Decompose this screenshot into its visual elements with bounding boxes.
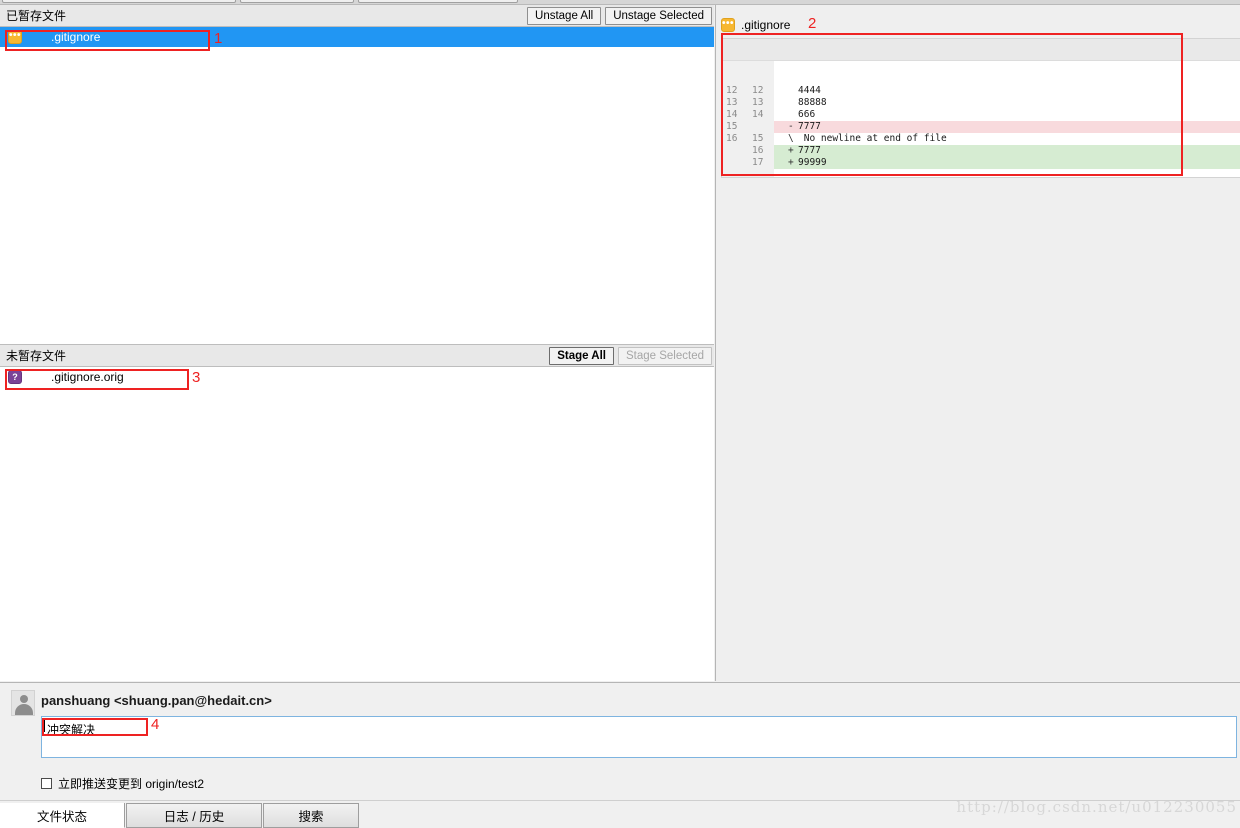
unstage-all-button[interactable]: Unstage All [527,7,602,25]
tab-search[interactable]: 搜索 [263,803,359,828]
toolbar-button-3[interactable] [358,0,518,3]
diff-new-line-number: 15 [748,133,774,145]
avatar-body [15,704,33,715]
unstaged-file-row[interactable]: ? .gitignore.orig [0,367,714,387]
diff-old-line-number: 13 [722,97,748,109]
diff-file-name: .gitignore [741,18,791,32]
diff-row[interactable]: 12 12 4444 [722,85,1240,97]
diff-new-line-number: 13 [748,97,774,109]
staged-file-list[interactable]: ••• .gitignore [0,27,714,345]
diff-new-line-number [748,121,774,133]
diff-new-line-number: 12 [748,85,774,97]
untracked-file-icon-glyph: ? [12,371,18,382]
staged-panel-actions: Unstage All Unstage Selected [527,7,712,25]
git-client-window: 已暂存文件 Unstage All Unstage Selected ••• .… [0,0,1240,828]
diff-code-text: 666 [798,109,816,120]
tab-log-history[interactable]: 日志 / 历史 [126,803,262,828]
unstaged-file-name: .gitignore.orig [51,370,124,384]
toolbar-button-2[interactable] [240,0,354,3]
diff-row[interactable]: 15 -7777 [722,121,1240,133]
toolbar-button-1[interactable] [2,0,236,3]
staged-panel-header: 已暂存文件 Unstage All Unstage Selected [0,5,714,27]
diff-new-line-number: 16 [748,145,774,157]
avatar-head [20,695,28,703]
diff-row[interactable]: 16 15 \ No newline at end of file [722,133,1240,145]
push-changes-checkbox[interactable] [41,778,52,789]
commit-author: panshuang <shuang.pan@hedait.cn> [41,693,272,708]
diff-code-text: 7777 [798,145,821,156]
untracked-file-icon: ? [8,370,22,384]
diff-code-text: 7777 [798,121,821,132]
diff-row[interactable]: 14 14 666 [722,109,1240,121]
diff-change-marker: + [788,145,794,156]
diff-code-text: 99999 [798,157,827,168]
commit-message-value: 冲突解决 [47,723,96,737]
staged-panel-title: 已暂存文件 [6,8,67,23]
diff-viewer[interactable]: 12 12 4444 13 13 88888 14 14 666 15-7777 16 15 \ No … [721,38,1240,178]
diff-code-text: 88888 [798,97,827,108]
unstaged-panel-title: 未暂存文件 [6,348,67,363]
tab-file-status[interactable]: 文件状态 [0,803,125,828]
diff-old-line-number: 12 [722,85,748,97]
modified-file-icon: ••• [8,30,22,44]
annotation-number-2: 2 [808,15,817,32]
diff-old-line-number: 16 [722,133,748,145]
diff-old-line-number: 14 [722,109,748,121]
watermark: http://blog.csdn.net/u012230055 [956,798,1237,816]
diff-old-line-number [722,145,748,157]
diff-toolstrip [722,39,1240,61]
unstaged-panel-actions: Stage All Stage Selected [549,347,712,365]
diff-old-line-number [722,157,748,169]
diff-row[interactable]: 16 +7777 [722,145,1240,157]
diff-row-spacer [722,169,1240,177]
annotation-number-1: 1 [214,30,223,47]
unstaged-panel-header: 未暂存文件 Stage All Stage Selected [0,345,714,367]
diff-change-marker: \ [788,133,794,144]
avatar [11,690,35,716]
diff-new-line-number: 14 [748,109,774,121]
diff-file-header: ••• .gitignore [721,14,790,36]
staged-file-name: .gitignore [51,30,101,44]
diff-row[interactable]: 13 13 88888 [722,97,1240,109]
push-changes-row[interactable]: 立即推送变更到 origin/test2 [41,775,204,792]
diff-new-line-number: 17 [748,157,774,169]
push-changes-label: 立即推送变更到 origin/test2 [58,777,205,791]
diff-pane: ••• .gitignore 12 12 4444 13 13 88888 14 14 666 1… [715,5,1240,681]
stage-selected-button[interactable]: Stage Selected [617,347,712,365]
staged-file-row[interactable]: ••• .gitignore [0,27,714,47]
annotation-number-3: 3 [192,369,201,386]
diff-file-icon-glyph: ••• [722,18,735,29]
diff-row-spacer [722,61,1240,73]
diff-code-text: No newline at end of file [798,133,947,144]
modified-file-icon: ••• [721,18,735,32]
commit-message-input[interactable]: 冲突解决 [41,716,1237,758]
diff-row-container: 12 12 4444 13 13 88888 14 14 666 15-7777 16 15 \ No … [722,61,1240,177]
file-status-column: 已暂存文件 Unstage All Unstage Selected ••• .… [0,5,714,681]
diff-code-text: 4444 [798,85,821,96]
diff-change-marker: + [788,157,794,168]
annotation-number-4: 4 [151,716,160,733]
diff-old-line-number: 15 [722,121,748,133]
modified-file-icon-glyph: ••• [9,30,22,41]
diff-row[interactable]: 17 +99999 [722,157,1240,169]
unstage-selected-button[interactable]: Unstage Selected [605,7,712,25]
unstaged-file-list[interactable]: ? .gitignore.orig [0,367,714,681]
text-caret [44,719,45,732]
diff-change-marker: - [788,121,794,132]
diff-row-spacer [722,73,1240,85]
stage-all-button[interactable]: Stage All [549,347,614,365]
